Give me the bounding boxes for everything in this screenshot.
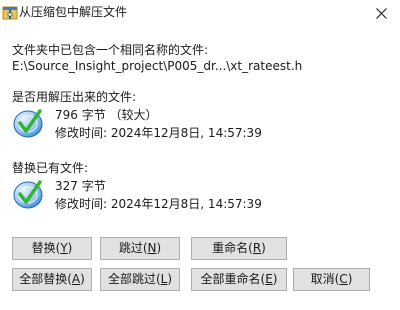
archive-icon xyxy=(2,5,18,21)
skip-button[interactable]: 跳过(N) xyxy=(100,237,180,260)
new-file-heading: 是否用解压出来的文件: xyxy=(12,90,137,104)
close-button[interactable] xyxy=(362,0,400,26)
extract-conflict-dialog: 从压缩包中解压文件 文件夹中已包含一个相同名称的文件: E:\Source_In… xyxy=(0,0,400,310)
new-file-modified: 修改时间: 2024年12月8日, 14:57:39 xyxy=(55,126,262,140)
existing-file-size: 327 字节 xyxy=(55,179,106,193)
cancel-button[interactable]: 取消(C) xyxy=(293,268,370,291)
skip-all-button[interactable]: 全部跳过(L) xyxy=(100,268,180,291)
conflict-message: 文件夹中已包含一个相同名称的文件: xyxy=(12,43,209,57)
replace-button[interactable]: 替换(Y) xyxy=(12,237,92,260)
close-icon xyxy=(375,7,387,19)
new-file-size: 796 字节 （较大） xyxy=(55,108,158,122)
conflict-path: E:\Source_Insight_project\P005_dr...\xt_… xyxy=(12,59,303,73)
existing-file-heading: 替换已有文件: xyxy=(12,161,89,175)
existing-file-modified: 修改时间: 2024年12月8日, 14:57:39 xyxy=(55,197,262,211)
rename-all-button[interactable]: 全部重命名(E) xyxy=(191,268,287,291)
title-bar: 从压缩包中解压文件 xyxy=(0,0,400,26)
replace-all-button[interactable]: 全部替换(A) xyxy=(12,268,92,291)
window-title: 从压缩包中解压文件 xyxy=(19,5,128,19)
rename-button[interactable]: 重命名(R) xyxy=(191,237,287,260)
file-disc-icon xyxy=(12,178,44,210)
file-disc-icon xyxy=(12,107,44,139)
